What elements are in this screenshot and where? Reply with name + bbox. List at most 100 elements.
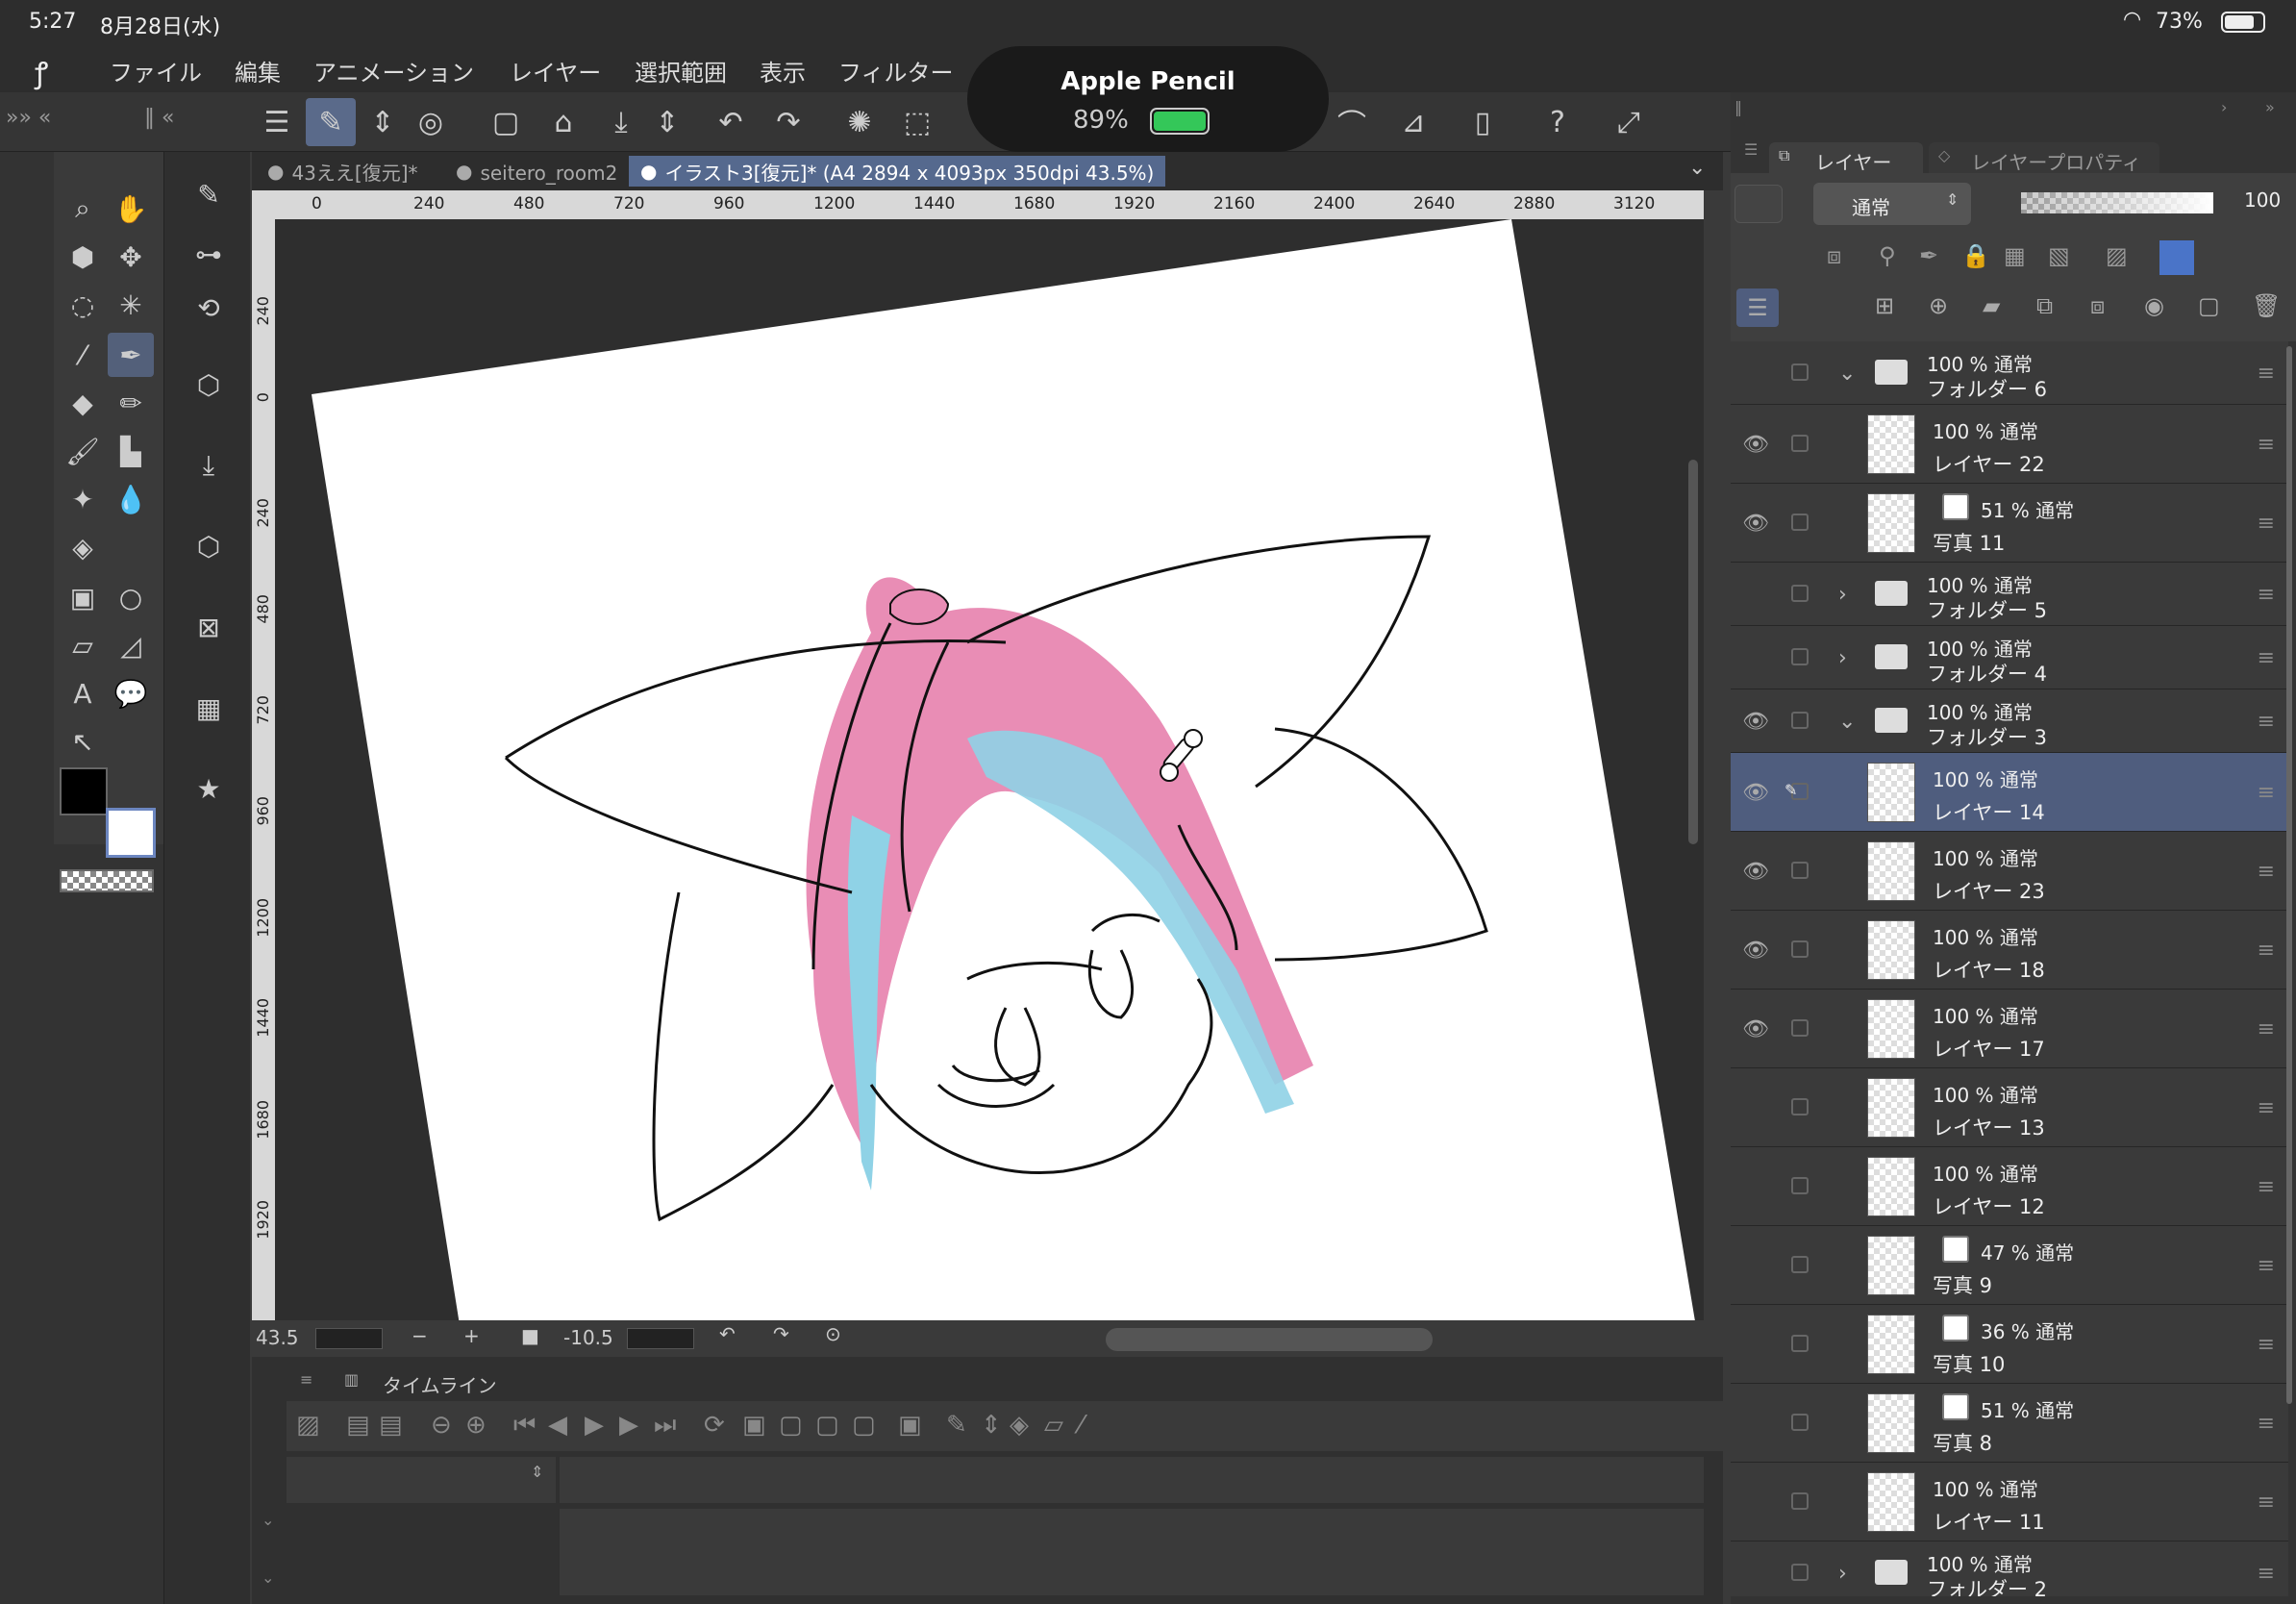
cel-icon-1[interactable]: ▢	[779, 1411, 803, 1440]
visibility-eye-icon[interactable]: 👁	[1742, 860, 1769, 884]
reset-rotation-icon[interactable]: ⊙	[825, 1322, 841, 1345]
zoom-value[interactable]: 43.5	[256, 1326, 299, 1349]
rotation-slider[interactable]	[627, 1328, 694, 1349]
layer-select-checkbox[interactable]	[1791, 1019, 1809, 1037]
pen-tool-icon[interactable]: ✒	[108, 333, 154, 377]
transform-icon[interactable]: ⟲	[186, 285, 232, 331]
timeline-menu-icon[interactable]: ≡	[300, 1370, 312, 1389]
chevron-down-icon[interactable]: ⌄	[1688, 156, 1706, 180]
frame-icon[interactable]: ▨	[296, 1411, 320, 1440]
new-raster-layer-icon[interactable]: ⊞	[1875, 292, 1894, 319]
brush-tool-icon[interactable]: 🖌	[60, 429, 106, 473]
chevron-right-icon[interactable]: ›	[1838, 583, 1847, 607]
lock-icon[interactable]: 🔒	[1961, 242, 1990, 269]
timeline-zoom-in-icon[interactable]: ⊕	[465, 1411, 487, 1440]
zoom-tool-icon[interactable]: ⌕	[60, 187, 106, 231]
visibility-eye-icon[interactable]: 👁	[1742, 1017, 1769, 1041]
timeline-pen-icon[interactable]: ⁄	[1079, 1411, 1083, 1440]
menu-filter[interactable]: フィルター	[838, 54, 954, 88]
quick-access-icon[interactable]: ✎	[306, 98, 356, 146]
tone-icon[interactable]: ▦	[186, 685, 232, 731]
drag-handle-icon[interactable]: ≡	[2258, 939, 2275, 963]
timeline-frames[interactable]	[560, 1457, 1704, 1503]
layer-select-checkbox[interactable]	[1791, 712, 1809, 729]
layer-list-scrollbar[interactable]	[2286, 346, 2292, 1404]
chevron-right-icon[interactable]: ›	[1838, 646, 1847, 670]
blend-mode-select[interactable]: 通常 ⇕	[1813, 183, 1971, 225]
lasso-tool-icon[interactable]: ◌	[60, 283, 106, 327]
layer-row[interactable]: 👁 100 % 通常 レイヤー 23 ≡	[1731, 832, 2288, 911]
cel-icon-3[interactable]: ▢	[852, 1411, 876, 1440]
stop-icon[interactable]: ■	[521, 1324, 539, 1347]
pencil-tool-icon[interactable]: ✏	[108, 381, 154, 425]
subtool-pen-icon[interactable]: ✎	[186, 171, 232, 217]
undo-icon[interactable]: ↶	[706, 98, 756, 146]
layer-select-checkbox[interactable]	[1791, 1256, 1809, 1273]
layer-select-checkbox[interactable]	[1791, 648, 1809, 665]
menu-selection[interactable]: 選択範囲	[635, 54, 727, 88]
layer-select-checkbox[interactable]	[1791, 1564, 1809, 1581]
layer-select-checkbox[interactable]	[1791, 1492, 1809, 1510]
timeline-track-selector[interactable]: ⇕	[287, 1457, 556, 1503]
layer-row[interactable]: 36 % 通常 写真 10 ≡	[1731, 1305, 2288, 1384]
canvas-area[interactable]	[275, 219, 1704, 1320]
layer-row[interactable]: 47 % 通常 写真 9 ≡	[1731, 1226, 2288, 1305]
move-tool-icon[interactable]: ✥	[108, 235, 154, 279]
layer-select-checkbox[interactable]	[1791, 514, 1809, 531]
light-table-icon[interactable]: ✎	[946, 1411, 967, 1440]
eraser-icon[interactable]: ◆	[60, 381, 106, 425]
menu-file[interactable]: ファイル	[110, 54, 202, 88]
help-icon[interactable]: ?	[1533, 98, 1583, 146]
vertical-scrollbar[interactable]	[1688, 460, 1698, 844]
timeline-fill-icon[interactable]: ◈	[1010, 1411, 1029, 1440]
drag-handle-icon[interactable]: ≡	[2258, 1412, 2275, 1436]
drawing-canvas[interactable]	[275, 219, 1704, 1320]
rotation-value[interactable]: -10.5	[563, 1326, 613, 1349]
prev-frame-icon[interactable]: ◀	[548, 1411, 567, 1440]
panel-collapse-icon[interactable]: ›	[2221, 98, 2227, 116]
timeline-arrows-icon[interactable]: ⇕	[981, 1411, 1002, 1440]
menu-animation[interactable]: アニメーション	[313, 54, 474, 88]
ruler-lock-icon[interactable]: ▨	[2106, 242, 2128, 269]
drag-handle-icon[interactable]: ≡	[2258, 781, 2275, 805]
settings-sliders-icon[interactable]: ⊶	[186, 231, 232, 277]
drag-handle-icon[interactable]: ≡	[2258, 860, 2275, 884]
layer-folder-row[interactable]: ⌄ 100 % 通常 フォルダー 6 ≡	[1731, 341, 2288, 405]
layer-select-checkbox[interactable]	[1791, 1414, 1809, 1431]
correct-line-icon[interactable]: ↖	[60, 719, 106, 764]
layer-select-checkbox[interactable]	[1791, 1098, 1809, 1115]
new-canvas-icon[interactable]: ▢	[481, 98, 531, 146]
first-frame-icon[interactable]: ⏮	[513, 1411, 536, 1441]
timeline-tracks[interactable]	[560, 1509, 1704, 1595]
drag-handle-icon[interactable]: ≡	[2258, 1562, 2275, 1586]
track-arrows-icon[interactable]: ⇕	[531, 1463, 543, 1481]
balloon-tool-icon[interactable]: 💬	[108, 671, 154, 715]
tab-doc-3[interactable]: ● イラスト3[復元]* (A4 2894 x 4093px 350dpi 43.…	[629, 156, 1166, 187]
blend-tool-icon[interactable]: 💧	[108, 477, 154, 521]
airbrush-icon[interactable]: ▙	[108, 429, 154, 473]
opacity-value[interactable]: 100	[2244, 188, 2281, 212]
layer-row[interactable]: 100 % 通常 レイヤー 11 ≡	[1731, 1463, 2288, 1541]
layer-color-button[interactable]	[1734, 185, 1783, 223]
ruler-pen-icon[interactable]: ⊿	[1388, 98, 1438, 146]
layer-folder-row[interactable]: › 100 % 通常 フォルダー 4 ≡	[1731, 626, 2288, 689]
ruler-tool-icon[interactable]: ◿	[108, 623, 154, 667]
timeline-shape-icon[interactable]: ▱	[1044, 1411, 1063, 1440]
visibility-eye-icon[interactable]: 👁	[1742, 781, 1769, 805]
layer-select-checkbox[interactable]	[1791, 585, 1809, 602]
layer-row[interactable]: 100 % 通常 レイヤー 13 ≡	[1731, 1068, 2288, 1147]
layer-select-checkbox[interactable]	[1791, 862, 1809, 879]
drag-handle-icon[interactable]: ≡	[2258, 1175, 2275, 1199]
reference-layer-icon[interactable]: ⧈	[1827, 242, 1841, 269]
material-icon[interactable]: ⬡	[186, 362, 232, 408]
clip-icon[interactable]: ✒	[1919, 242, 1938, 269]
layer-row[interactable]: 👁 51 % 通常 写真 11 ≡	[1731, 484, 2288, 563]
timeline-zoom-out-icon[interactable]: ⊖	[431, 1411, 452, 1440]
layer-folder-row[interactable]: 👁 ⌄ 100 % 通常 フォルダー 3 ≡	[1731, 689, 2288, 753]
3d-object-icon[interactable]: ⬡	[186, 523, 232, 569]
magic-wand-icon[interactable]: ✳	[108, 283, 154, 327]
tab-layer[interactable]: ⧉ レイヤー	[1769, 142, 1923, 174]
visibility-eye-icon[interactable]: 👁	[1742, 710, 1769, 734]
layer-select-checkbox[interactable]	[1791, 940, 1809, 958]
device-icon[interactable]: ▯	[1458, 98, 1508, 146]
